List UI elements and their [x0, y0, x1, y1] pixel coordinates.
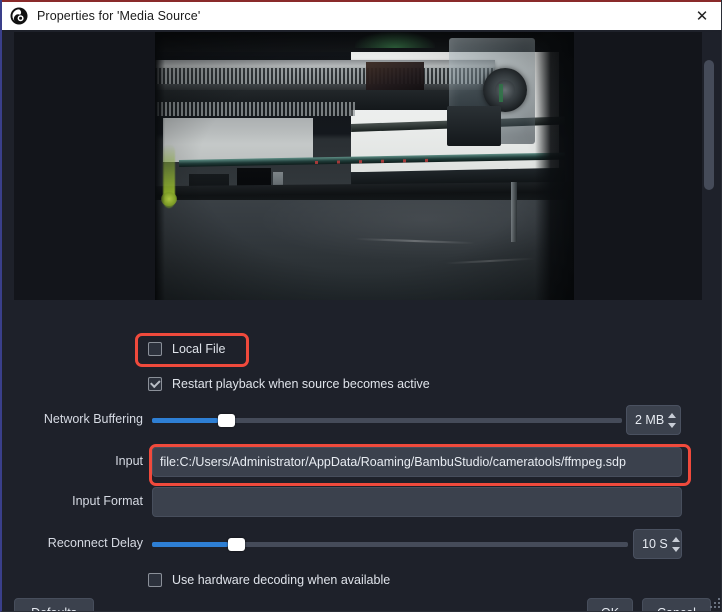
media-source-video-preview: [155, 32, 574, 300]
hardware-decoding-label[interactable]: Use hardware decoding when available: [172, 573, 390, 587]
window-title: Properties for 'Media Source': [37, 9, 200, 23]
chevron-down-icon[interactable]: [672, 547, 680, 552]
defaults-button[interactable]: Defaults: [14, 598, 94, 612]
reconnect-delay-slider-handle[interactable]: [228, 538, 245, 551]
restart-playback-checkbox[interactable]: [148, 377, 162, 391]
network-buffering-slider[interactable]: [152, 411, 622, 429]
network-buffering-slider-fill: [152, 418, 218, 423]
restart-playback-label[interactable]: Restart playback when source becomes act…: [172, 377, 430, 391]
resize-grip[interactable]: [709, 597, 721, 609]
form-scrollbar-thumb[interactable]: [704, 60, 714, 190]
ok-button[interactable]: OK: [587, 598, 633, 612]
hardware-decoding-checkbox[interactable]: [148, 573, 162, 587]
close-icon[interactable]: ✕: [680, 2, 722, 30]
reconnect-delay-stepper[interactable]: [672, 537, 680, 552]
reconnect-delay-slider-fill: [152, 542, 228, 547]
network-buffering-value: 2 MB: [635, 413, 664, 427]
chevron-down-icon[interactable]: [668, 423, 676, 428]
network-buffering-slider-handle[interactable]: [218, 414, 235, 427]
preview-vignette: [155, 32, 574, 300]
input-format-field[interactable]: [152, 487, 682, 517]
title-bar: Properties for 'Media Source' ✕: [2, 0, 722, 30]
network-buffering-label: Network Buffering: [2, 412, 143, 426]
input-format-label: Input Format: [2, 494, 143, 508]
reconnect-delay-label: Reconnect Delay: [2, 536, 143, 550]
input-field[interactable]: file:C:/Users/Administrator/AppData/Roam…: [152, 447, 682, 477]
network-buffering-spinbox[interactable]: 2 MB: [626, 405, 681, 435]
obs-logo-icon: [10, 7, 28, 25]
cancel-button[interactable]: Cancel: [642, 598, 711, 612]
local-file-row: Local File: [148, 342, 226, 356]
chevron-up-icon[interactable]: [672, 537, 680, 542]
reconnect-delay-value: 10 S: [642, 537, 668, 551]
local-file-checkbox[interactable]: [148, 342, 162, 356]
input-label: Input: [2, 454, 143, 468]
chevron-up-icon[interactable]: [668, 413, 676, 418]
local-file-label[interactable]: Local File: [172, 342, 226, 356]
properties-form: Local File Restart playback when source …: [2, 302, 722, 612]
network-buffering-stepper[interactable]: [668, 413, 676, 428]
reconnect-delay-slider[interactable]: [152, 535, 628, 553]
reconnect-delay-spinbox[interactable]: 10 S: [633, 529, 682, 559]
preview-container: [14, 32, 712, 300]
properties-dialog-window: Properties for 'Media Source' ✕: [0, 0, 722, 612]
restart-playback-row: Restart playback when source becomes act…: [148, 377, 430, 391]
dialog-content: Local File Restart playback when source …: [2, 30, 722, 612]
hardware-decoding-row: Use hardware decoding when available: [148, 573, 390, 587]
